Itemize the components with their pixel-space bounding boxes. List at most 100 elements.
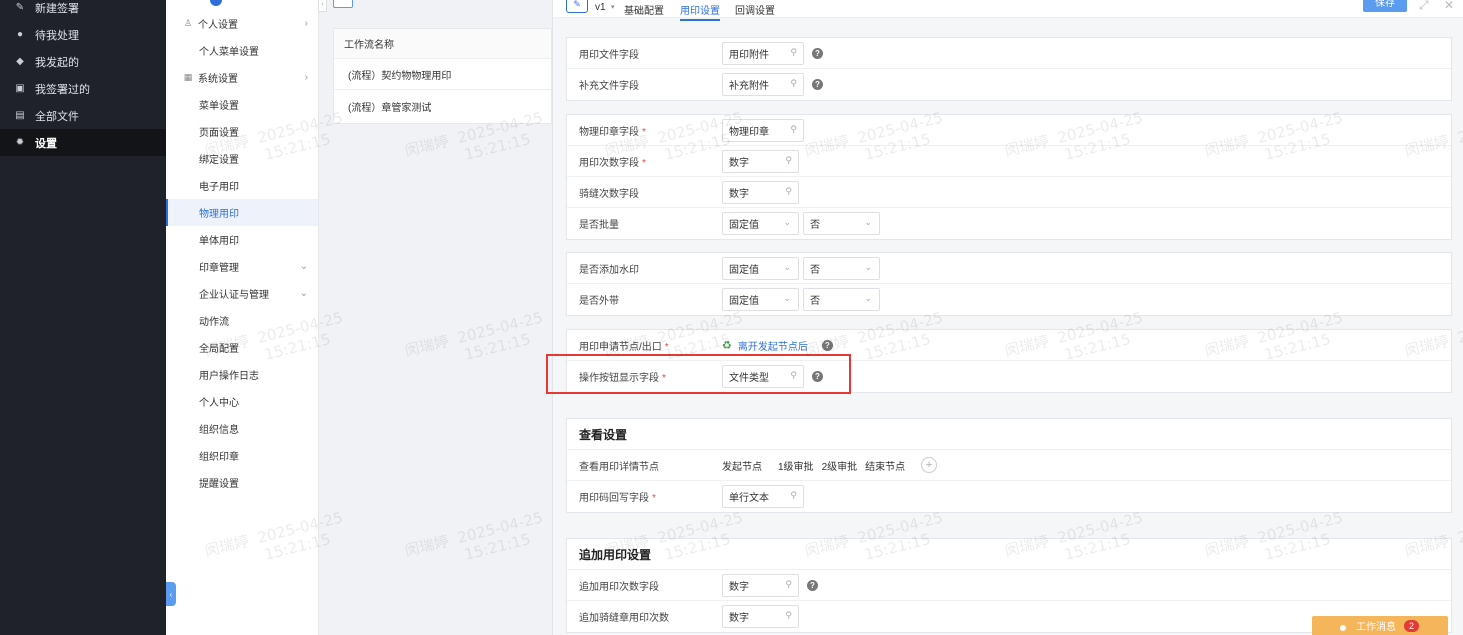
node-tag[interactable]: 发起节点 bbox=[722, 458, 762, 473]
document-icon: ▣ bbox=[15, 83, 25, 94]
file-icon: ▤ bbox=[15, 110, 25, 121]
submenu-item-enterprise[interactable]: 企业认证与管理 ⌄ bbox=[166, 280, 318, 307]
chevron-right-icon: › bbox=[304, 18, 308, 29]
add-node-button[interactable]: + bbox=[921, 457, 938, 473]
nav-item-initiated[interactable]: ◆ 我发起的 bbox=[0, 48, 166, 75]
writeback-field-input[interactable]: 单行文本 ⚲ bbox=[722, 485, 804, 508]
submenu-item-personal-menu[interactable]: 个人菜单设置 bbox=[166, 37, 318, 64]
submenu-item-action-flow[interactable]: 动作流 bbox=[166, 307, 318, 334]
tab-seal-settings[interactable]: 用印设置 bbox=[680, 2, 720, 21]
append-ride-input[interactable]: 数字 ⚲ bbox=[722, 605, 799, 628]
nav-item-all-files[interactable]: ▤ 全部文件 bbox=[0, 102, 166, 129]
save-button[interactable]: 保存 bbox=[1363, 0, 1407, 12]
count-field-input[interactable]: 数字 ⚲ bbox=[722, 149, 799, 173]
expand-icon[interactable]: ⤢ bbox=[1419, 0, 1429, 13]
submenu-item-menu[interactable]: 菜单设置 bbox=[166, 91, 318, 118]
chevron-down-icon: ⌄ bbox=[783, 217, 791, 227]
chevron-down-icon: ⌄ bbox=[864, 261, 872, 272]
apply-node-link[interactable]: ♻ 离开发起节点后 bbox=[722, 338, 808, 353]
batch-value-select[interactable]: 否 ⌄ bbox=[803, 212, 880, 235]
submenu-item-org-seal[interactable]: 组织印章 bbox=[166, 442, 318, 469]
file-fields-card: 用印文件字段 用印附件 ⚲? 补充文件字段 补充附件 ⚲? bbox=[566, 37, 1452, 101]
help-icon[interactable]: ? bbox=[812, 79, 823, 90]
seal-fields-card: 物理印章字段 * 物理印章 ⚲ 用印次数字段 * 数字 ⚲ 骑缝次数字段 数字 ⚲ 是否批… bbox=[566, 114, 1452, 240]
nav-item-pending[interactable]: ● 待我处理 bbox=[0, 21, 166, 48]
search-icon: ⚲ bbox=[790, 123, 797, 134]
logo-dot bbox=[210, 0, 222, 6]
chevron-down-icon: ⌄ bbox=[299, 261, 308, 272]
search-icon: ⚲ bbox=[785, 578, 792, 589]
ride-count-input[interactable]: 数字 ⚲ bbox=[722, 180, 799, 204]
config-toolbar: ✎ v1 ▾ 基础配置 用印设置 回调设置 保存 ⤢ ✕ bbox=[553, 0, 1463, 21]
message-icon bbox=[1340, 625, 1346, 631]
workflow-row[interactable]: (流程）章管家测试 bbox=[334, 90, 551, 123]
section-title: 追加用印设置 bbox=[567, 539, 1451, 570]
unread-badge: 2 bbox=[1404, 619, 1420, 632]
batch-type-select[interactable]: 固定值 ⌄ bbox=[722, 212, 799, 235]
submenu-group-system[interactable]: ▦ 系统设置 › bbox=[166, 64, 318, 91]
node-tag[interactable]: 结束节点 bbox=[865, 458, 905, 473]
carry-out-type-select[interactable]: 固定值 ⌄ bbox=[722, 288, 799, 311]
tab-basic-config[interactable]: 基础配置 bbox=[624, 2, 664, 17]
version-select[interactable]: v1 bbox=[595, 2, 606, 13]
submenu-item-single-seal[interactable]: 单体用印 bbox=[166, 226, 318, 253]
watermark-value-select[interactable]: 否 ⌄ bbox=[803, 256, 880, 280]
submenu-item-physical-seal[interactable]: 物理用印 bbox=[166, 199, 318, 226]
submenu-item-personal-center[interactable]: 个人中心 bbox=[166, 388, 318, 415]
file-field-input[interactable]: 用印附件 ⚲ bbox=[722, 41, 804, 65]
work-message-button[interactable]: 工作消息 2 bbox=[1312, 616, 1448, 635]
submenu-item-seal-manage[interactable]: 印章管理 ⌄ bbox=[166, 253, 318, 280]
chevron-down-icon: ⌄ bbox=[783, 261, 791, 272]
caret-down-icon: ▾ bbox=[611, 4, 615, 11]
form-row: 是否外带 固定值 ⌄ 否 ⌄ bbox=[567, 284, 1451, 315]
edit-icon[interactable]: ✎ bbox=[566, 0, 588, 13]
submenu-item-e-seal[interactable]: 电子用印 bbox=[166, 172, 318, 199]
extra-file-input[interactable]: 补充附件 ⚲ bbox=[722, 73, 804, 96]
chevron-left-icon: ‹ bbox=[169, 589, 173, 599]
form-row: 用印次数字段 * 数字 ⚲ bbox=[567, 146, 1451, 177]
system-icon: ▦ bbox=[183, 72, 193, 82]
pen-icon: ✎ bbox=[15, 2, 25, 13]
nav-item-new-sign[interactable]: ✎ 新建签署 bbox=[0, 0, 166, 21]
help-icon[interactable]: ? bbox=[807, 579, 818, 591]
workflow-panel: ‹ 工作流名称 (流程）契约物物理用印 (流程）章管家测试 bbox=[318, 0, 552, 635]
search-icon: ⚲ bbox=[790, 46, 797, 57]
nav-item-settings[interactable]: ✹ 设置 bbox=[0, 129, 166, 156]
help-icon[interactable]: ? bbox=[812, 47, 823, 59]
submenu-item-binding[interactable]: 绑定设置 bbox=[166, 145, 318, 172]
carry-out-value-select[interactable]: 否 ⌄ bbox=[803, 288, 880, 311]
settings-submenu: ♙ 个人设置 › 个人菜单设置 ▦ 系统设置 › 菜单设置 页面设置 绑定设置 电子用印… bbox=[166, 0, 319, 635]
form-row: 是否批量 固定值 ⌄ 否 ⌄ bbox=[567, 208, 1451, 239]
tab-callback-settings[interactable]: 回调设置 bbox=[735, 2, 775, 17]
form-row: 追加用印次数字段 数字 ⚲? bbox=[567, 570, 1451, 601]
chevron-down-icon: ⌄ bbox=[864, 217, 872, 227]
submenu-item-user-log[interactable]: 用户操作日志 bbox=[166, 361, 318, 388]
node-tag[interactable]: 2级审批 bbox=[822, 458, 858, 473]
submenu-item-page[interactable]: 页面设置 bbox=[166, 118, 318, 145]
person-icon: ♙ bbox=[183, 18, 193, 28]
append-count-input[interactable]: 数字 ⚲ bbox=[722, 573, 799, 597]
collapse-sidebar-button[interactable]: ‹ bbox=[166, 582, 176, 606]
watermark-type-select[interactable]: 固定值 ⌄ bbox=[722, 256, 799, 280]
seal-field-input[interactable]: 物理印章 ⚲ bbox=[722, 118, 804, 142]
user-icon: ● bbox=[16, 29, 24, 40]
chevron-down-icon: ⌄ bbox=[299, 288, 308, 299]
chevron-down-icon: ⌄ bbox=[783, 293, 791, 303]
node-tag[interactable]: 1级审批 bbox=[778, 458, 814, 473]
workflow-row[interactable]: (流程）契约物物理用印 bbox=[334, 59, 551, 90]
submenu-item-global-config[interactable]: 全局配置 bbox=[166, 334, 318, 361]
close-icon[interactable]: ✕ bbox=[1444, 0, 1454, 12]
form-row: 骑缝次数字段 数字 ⚲ bbox=[567, 177, 1451, 208]
search-icon: ⚲ bbox=[785, 610, 792, 620]
edit-icon[interactable] bbox=[333, 0, 353, 8]
search-icon: ⚲ bbox=[785, 154, 792, 165]
chevron-down-icon: ⌄ bbox=[864, 293, 872, 303]
submenu-item-org-info[interactable]: 组织信息 bbox=[166, 415, 318, 442]
nav-item-signed[interactable]: ▣ 我签署过的 bbox=[0, 75, 166, 102]
submenu-group-personal[interactable]: ♙ 个人设置 › bbox=[166, 10, 318, 37]
submenu-item-reminder[interactable]: 提醒设置 bbox=[166, 469, 318, 496]
panel-toggle-button[interactable]: ‹ bbox=[318, 0, 327, 12]
search-icon: ⚲ bbox=[790, 490, 797, 500]
chevron-right-icon: › bbox=[304, 72, 308, 83]
help-icon[interactable]: ? bbox=[821, 339, 833, 351]
